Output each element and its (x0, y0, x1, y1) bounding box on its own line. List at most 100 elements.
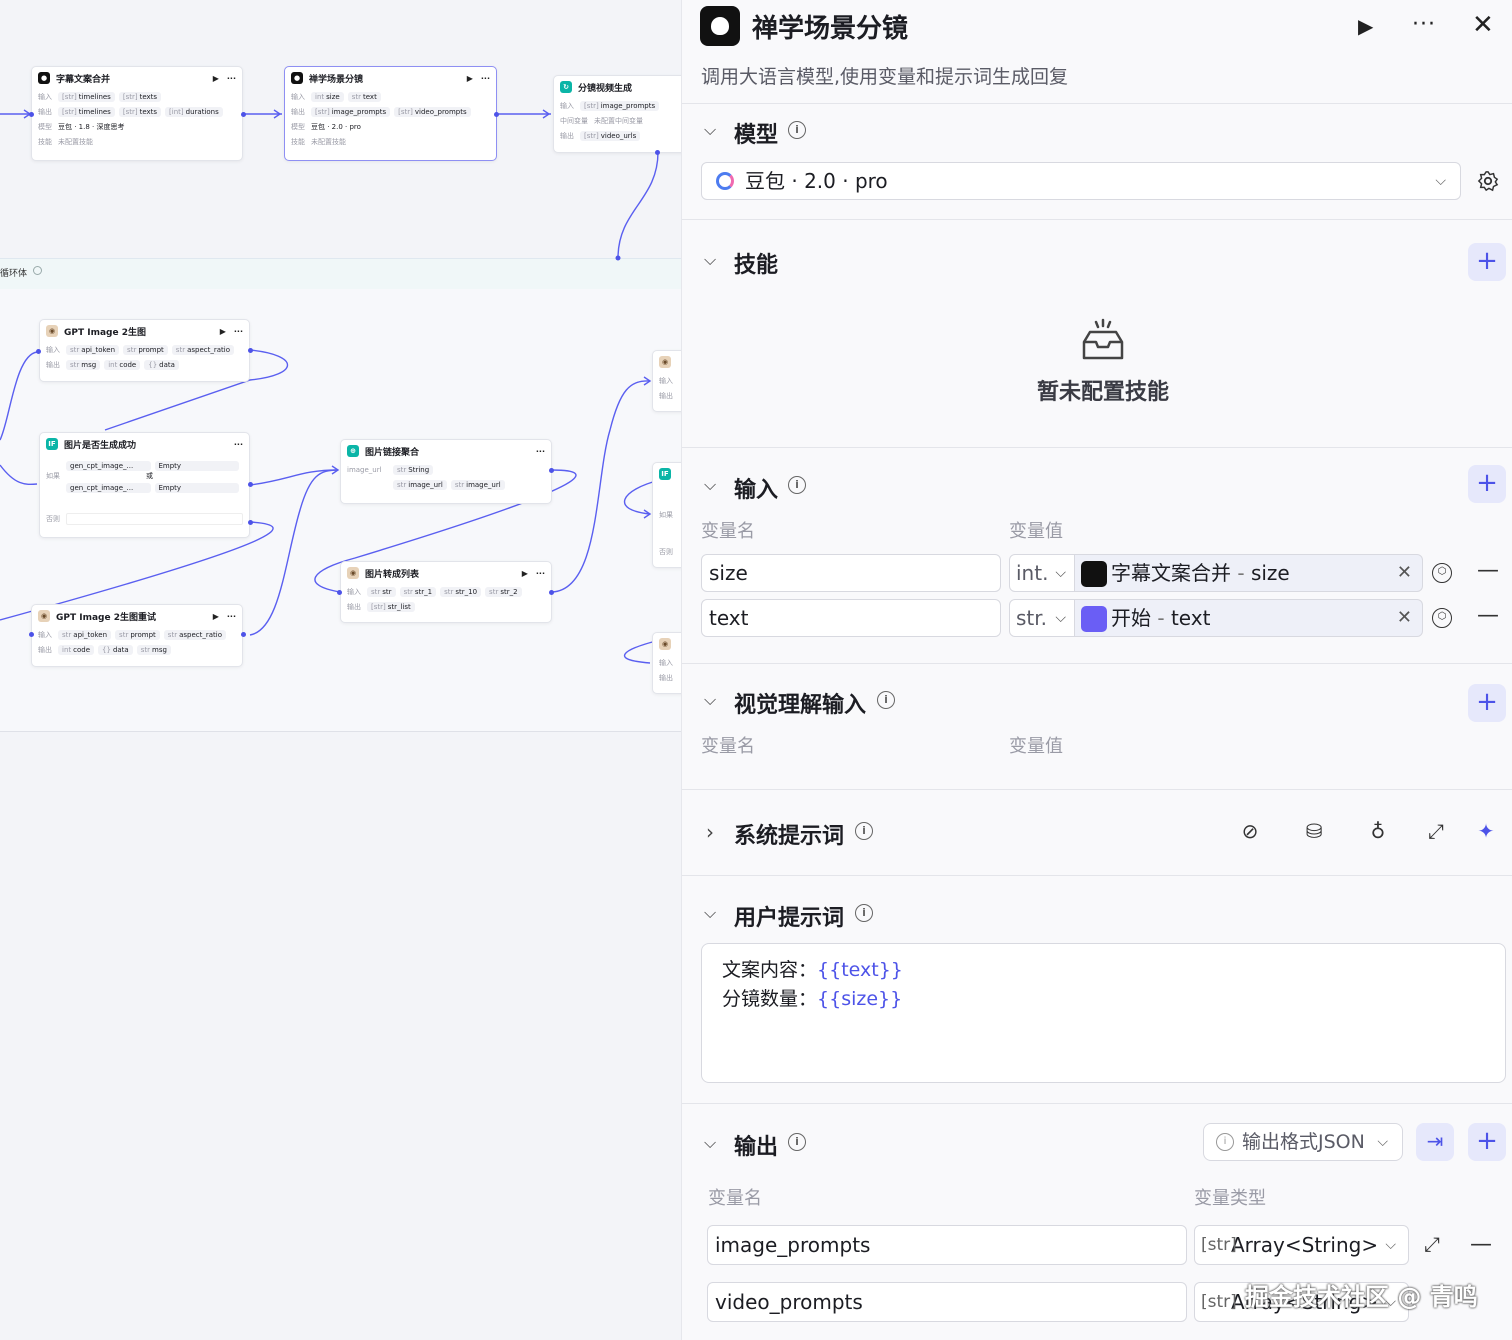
port[interactable] (549, 590, 554, 595)
lightbulb-icon[interactable]: ♁ (1366, 819, 1390, 843)
workflow-canvas[interactable]: 循环体 ● 字幕文案合并 ▶ ··· 输入 [str] timelines [s… (0, 0, 681, 1340)
node-scene-split[interactable]: ● 禅学场景分镜 ▶ ··· 输入 int size str text 输出 [str] imag… (284, 66, 497, 161)
compass-icon[interactable]: ⊘ (1238, 819, 1262, 843)
info-icon[interactable]: i (788, 121, 806, 139)
node-partial-plugin-1[interactable]: ◉ 输入 输出 (652, 350, 681, 412)
panel-title[interactable]: 禅学场景分镜 (752, 8, 908, 45)
remove-input-button[interactable]: — (1477, 558, 1499, 583)
info-icon[interactable]: i (788, 1133, 806, 1151)
chevron-down-icon: ⌵ (1055, 610, 1066, 626)
port[interactable] (29, 632, 34, 637)
node-gpt-image-retry[interactable]: ◉ GPT Image 2生图重试 ▶ ··· 输入 str api_token str pr… (31, 604, 243, 667)
node-gpt-image[interactable]: ◉ GPT Image 2生图 ▶ ··· 输入 str api_token str prom… (39, 319, 250, 382)
variable-settings-icon[interactable]: ⬡ (1432, 608, 1452, 628)
close-icon[interactable]: ✕ (1472, 10, 1494, 40)
info-icon[interactable]: i (855, 822, 873, 840)
more-options-icon[interactable]: ··· (1412, 12, 1436, 37)
clear-icon[interactable]: ✕ (1397, 600, 1412, 636)
chevron-down-icon[interactable]: ⌵ (704, 120, 716, 140)
model-select[interactable]: 豆包 · 2.0 · pro ⌵ (701, 162, 1461, 200)
aggregate-icon: ⊕ (347, 445, 359, 457)
run-icon[interactable]: ▶ (1358, 14, 1373, 38)
more-icon[interactable]: ··· (536, 569, 545, 578)
remove-output-button[interactable]: — (1470, 1232, 1492, 1257)
port[interactable] (248, 348, 253, 353)
start-node-icon (1081, 606, 1107, 632)
add-output-button[interactable]: + (1468, 1123, 1506, 1161)
doubao-logo-icon (716, 172, 734, 190)
node-subtitle-merge[interactable]: ● 字幕文案合并 ▶ ··· 输入 [str] timelines [str] texts 输… (31, 66, 243, 161)
more-icon[interactable]: ··· (536, 447, 545, 456)
node-image-check[interactable]: IF 图片是否生成成功 ··· 如果 gen_cpt_image_... Empty … (39, 432, 250, 538)
expand-icon[interactable]: ⤢ (1424, 1232, 1440, 1256)
input-type-select[interactable]: str. ⌵ (1009, 599, 1075, 637)
chevron-down-icon[interactable]: ⌵ (704, 903, 716, 923)
run-node-icon[interactable]: ▶ (522, 569, 528, 578)
input-reference-field[interactable]: 开始 - text ✕ (1075, 599, 1423, 637)
add-skill-button[interactable]: + (1468, 243, 1506, 281)
remove-input-button[interactable]: — (1477, 603, 1499, 628)
more-icon[interactable]: ··· (234, 327, 243, 336)
output-var-name-field[interactable]: video_prompts (707, 1282, 1187, 1322)
run-node-icon[interactable]: ▶ (467, 74, 473, 83)
port[interactable] (549, 468, 554, 473)
port[interactable] (241, 112, 246, 117)
run-node-icon[interactable]: ▶ (220, 327, 226, 336)
ai-sparkle-icon[interactable]: ✦ (1474, 819, 1498, 843)
column-header-name: 变量名 (708, 1188, 762, 1209)
output-var-name-field[interactable]: image_prompts (707, 1225, 1187, 1265)
port[interactable] (494, 112, 499, 117)
output-format-select[interactable]: i 输出格式JSON ⌵ (1203, 1123, 1403, 1161)
add-vision-input-button[interactable]: + (1468, 684, 1506, 722)
chevron-right-icon[interactable]: › (706, 820, 714, 844)
chevron-down-icon[interactable]: ⌵ (704, 690, 716, 710)
node-partial-plugin-2[interactable]: ◉ 输入 输出 (652, 632, 681, 694)
coze-llm-icon (1081, 561, 1107, 587)
prompt-variable: {{size}} (817, 988, 903, 1010)
port[interactable] (248, 482, 253, 487)
input-reference-field[interactable]: 字幕文案合并 - size ✕ (1075, 554, 1423, 592)
coze-llm-icon: ● (38, 72, 50, 84)
expand-icon[interactable]: ⤢ (1424, 819, 1448, 843)
chevron-down-icon[interactable]: ⌵ (704, 250, 716, 270)
more-icon[interactable]: ··· (227, 612, 236, 621)
add-input-button[interactable]: + (1468, 465, 1506, 503)
variable-settings-icon[interactable]: ⬡ (1432, 563, 1452, 583)
plugin-icon: ◉ (347, 567, 359, 579)
prompt-library-icon[interactable]: ⛁ (1302, 819, 1326, 843)
port[interactable] (29, 112, 34, 117)
node-storyboard-video[interactable]: ↻ 分镜视频生成 输入 [str] image_prompts 中间变量 未配置中间变量… (553, 75, 681, 153)
port[interactable] (337, 590, 342, 595)
more-icon[interactable]: ··· (481, 74, 490, 83)
import-json-button[interactable]: ⇥ (1416, 1123, 1454, 1161)
port[interactable] (248, 520, 253, 525)
node-partial-if[interactable]: IF 如果 否则 (652, 462, 681, 568)
panel-description[interactable]: 调用大语言模型,使用变量和提示词生成回复 (701, 62, 1068, 89)
input-var-name-field[interactable]: size (701, 554, 1001, 592)
column-header-value: 变量值 (1009, 521, 1063, 542)
watermark: 掘金技术社区 @ 青鸣 (1245, 1283, 1478, 1311)
info-icon[interactable]: i (788, 476, 806, 494)
chevron-down-icon: ⌵ (1435, 173, 1446, 189)
clear-icon[interactable]: ✕ (1397, 555, 1412, 591)
output-type-select[interactable]: [str] Array<String> ⌵ (1194, 1225, 1409, 1265)
more-icon[interactable]: ··· (234, 440, 243, 449)
info-icon[interactable]: i (855, 904, 873, 922)
port[interactable] (655, 150, 660, 155)
chevron-down-icon: ⌵ (1385, 1237, 1396, 1253)
settings-gear-icon[interactable] (1477, 170, 1499, 192)
port[interactable] (36, 349, 41, 354)
run-node-icon[interactable]: ▶ (213, 612, 219, 621)
node-image-to-list[interactable]: ◉ 图片转成列表 ▶ ··· 输入 str str str str_1 str str_10 str… (340, 561, 552, 623)
info-icon[interactable]: i (877, 691, 895, 709)
run-node-icon[interactable]: ▶ (213, 74, 219, 83)
user-prompt-editor[interactable]: 文案内容：{{text}} 分镜数量：{{size}} (701, 943, 1506, 1083)
node-image-link[interactable]: ⊕ 图片链接聚合 ··· image_url str String str image_u… (340, 439, 552, 504)
more-icon[interactable]: ··· (227, 74, 236, 83)
input-var-name-field[interactable]: text (701, 599, 1001, 637)
chevron-down-icon[interactable]: ⌵ (704, 475, 716, 495)
port[interactable] (241, 632, 246, 637)
chevron-down-icon[interactable]: ⌵ (704, 1133, 716, 1153)
input-type-select[interactable]: int. ⌵ (1009, 554, 1075, 592)
column-header-name: 变量名 (701, 736, 755, 757)
